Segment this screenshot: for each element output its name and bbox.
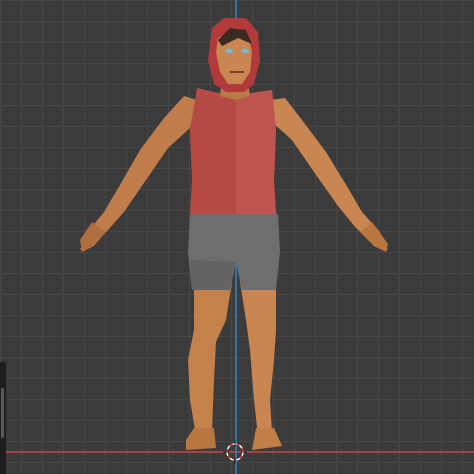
left-foot[interactable] [186, 428, 216, 450]
3d-viewport[interactable] [0, 0, 474, 474]
shirt-shade [236, 90, 276, 214]
right-foot[interactable] [252, 428, 282, 450]
shorts-shade [190, 260, 236, 290]
left-eye [225, 48, 233, 54]
left-leg[interactable] [188, 282, 232, 436]
right-eye [241, 48, 249, 54]
character-model[interactable] [0, 0, 474, 474]
right-leg[interactable] [240, 282, 276, 436]
sidebar-collapse-handle[interactable] [0, 362, 6, 474]
